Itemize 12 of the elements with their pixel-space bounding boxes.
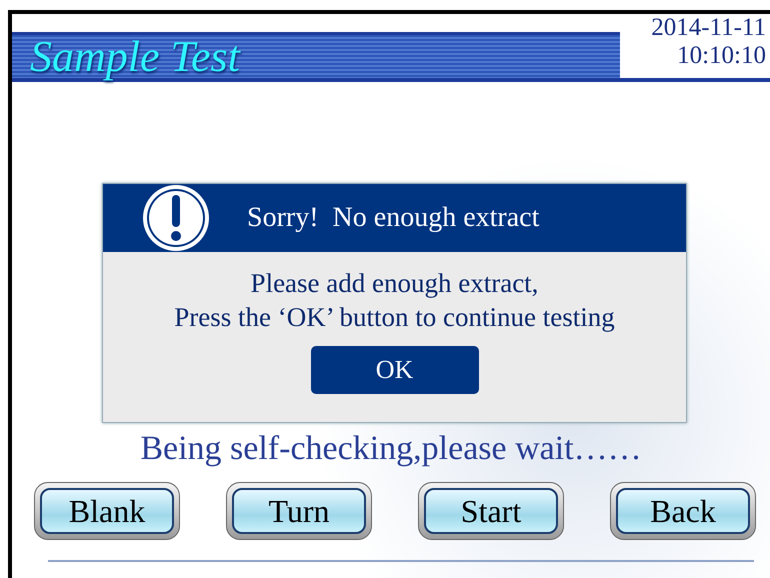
dialog-message: Please add enough extract, [250,267,538,300]
action-button[interactable]: Start [418,482,564,540]
dialog-title: Sorry! No enough extract [247,202,540,234]
action-button[interactable]: Turn [226,482,372,540]
date-text: 2014-11-11 [651,14,766,42]
action-button[interactable]: Blank [34,482,180,540]
time-text: 10:10:10 [677,42,766,70]
dialog-message: Press the ‘OK’ button to continue testing [174,301,615,334]
screen-title: Sample Test [30,34,240,78]
action-button[interactable]: Back [610,482,756,540]
ok-button[interactable]: OK [310,346,478,394]
status-text: Being self-checking,please wait…… [140,430,642,468]
